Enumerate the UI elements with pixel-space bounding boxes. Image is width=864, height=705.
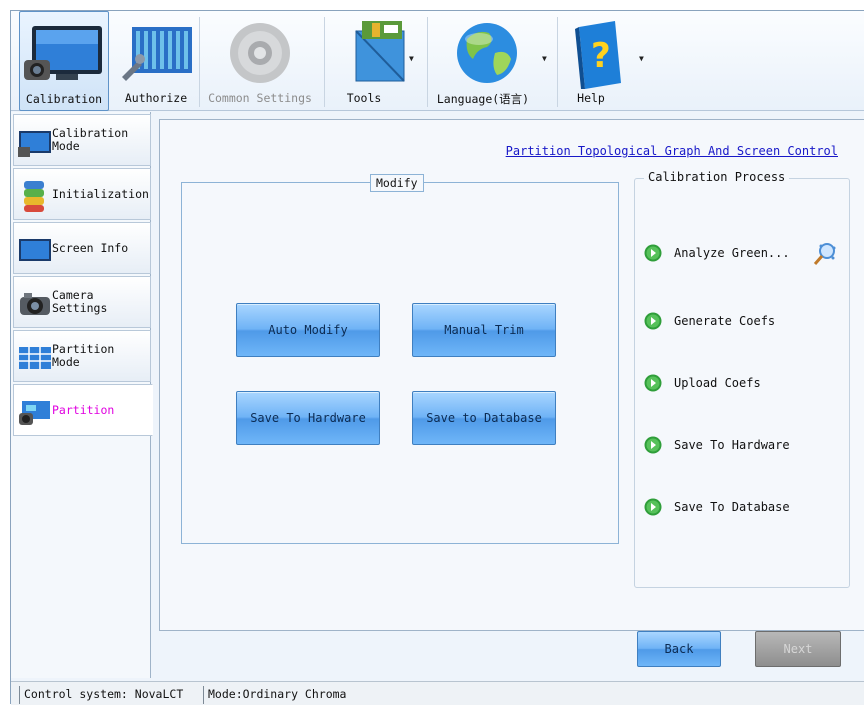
- green-arrow-circle-icon: [644, 374, 662, 392]
- screen-info-icon: [18, 233, 52, 267]
- left-navigation: Calibration Mode Initialization Screen I…: [11, 112, 153, 678]
- toolbar-label: Authorize: [124, 91, 188, 105]
- auto-modify-button[interactable]: Auto Modify: [236, 303, 380, 357]
- toolbar-label: Common Settings: [208, 91, 312, 105]
- sidebar-item-label: Partition: [52, 402, 115, 417]
- modify-group: Modify Auto Modify Manual Trim Save To H…: [181, 174, 619, 544]
- help-book-icon: ?: [561, 19, 641, 91]
- toolbar-label: Calibration: [25, 92, 103, 106]
- sidebar-item-calibration-mode[interactable]: Calibration Mode: [13, 114, 151, 166]
- next-button[interactable]: Next: [755, 631, 841, 667]
- sidebar-item-partition[interactable]: Partition: [13, 384, 153, 436]
- process-step: Save To Database: [644, 496, 844, 518]
- process-step-label: Analyze Green...: [674, 246, 790, 260]
- language-dropdown-arrow-icon[interactable]: ▼: [542, 54, 547, 63]
- toolbar-label: Help: [577, 91, 605, 105]
- sidebar-item-camera-settings[interactable]: Camera Settings: [13, 276, 151, 328]
- manual-trim-button[interactable]: Manual Trim: [412, 303, 556, 357]
- calibration-process-title: Calibration Process: [644, 170, 790, 184]
- save-to-database-button[interactable]: Save to Database: [412, 391, 556, 445]
- main-toolbar: Calibration Authorize Common Settings To…: [11, 11, 864, 111]
- magnifier-icon[interactable]: [812, 240, 840, 268]
- toolbar-common-settings-button[interactable]: Common Settings: [201, 11, 319, 111]
- globe-icon: [431, 19, 551, 91]
- status-control-system: Control system: NovaLCT: [19, 686, 187, 704]
- tools-dropdown-arrow-icon[interactable]: ▼: [409, 54, 414, 63]
- svg-text:?: ?: [591, 36, 611, 76]
- sidebar-item-initialization[interactable]: Initialization: [13, 168, 151, 220]
- status-mode: Mode:Ordinary Chroma: [203, 686, 350, 704]
- toolbar-label: Language(语言): [436, 92, 530, 106]
- sidebar-item-label: Partition Mode: [52, 342, 115, 369]
- partition-topological-graph-link[interactable]: Partition Topological Graph And Screen C…: [506, 144, 838, 158]
- sidebar-item-screen-info[interactable]: Screen Info: [13, 222, 151, 274]
- toolbar-language-button[interactable]: Language(语言): [431, 11, 551, 111]
- app-window: Calibration Authorize Common Settings To…: [10, 10, 864, 705]
- partition-icon: [18, 395, 52, 429]
- modify-group-legend: Modify: [370, 174, 424, 192]
- initialization-icon: [18, 179, 52, 213]
- process-step-label: Generate Coefs: [674, 314, 776, 328]
- toolbar-authorize-button[interactable]: Authorize: [115, 11, 197, 111]
- sidebar-item-label: Initialization: [52, 186, 149, 201]
- process-step-label: Save To Hardware: [674, 438, 790, 452]
- toolbar-calibration-button[interactable]: Calibration: [19, 11, 109, 111]
- sidebar-item-label: Screen Info: [52, 240, 129, 255]
- green-arrow-circle-icon: [644, 436, 662, 454]
- calibration-monitor-icon: [20, 20, 108, 92]
- partition-panel: Partition Topological Graph And Screen C…: [159, 119, 864, 631]
- sidebar-item-label: Camera Settings: [52, 288, 108, 315]
- green-arrow-circle-icon: [644, 498, 662, 516]
- save-to-hardware-button[interactable]: Save To Hardware: [236, 391, 380, 445]
- green-arrow-circle-icon: [644, 244, 662, 262]
- authorize-screen-icon: [115, 19, 197, 91]
- process-step: Upload Coefs: [644, 372, 844, 394]
- camera-icon: [18, 287, 52, 321]
- green-arrow-circle-icon: [644, 312, 662, 330]
- process-step-label: Save To Database: [674, 500, 790, 514]
- calibration-mode-icon: [18, 125, 52, 159]
- process-step: Generate Coefs: [644, 310, 844, 332]
- toolbar-label: Tools: [346, 91, 382, 105]
- toolbar-help-button[interactable]: ? Help: [561, 11, 641, 111]
- toolbar-separator: [199, 17, 200, 107]
- settings-gear-icon: [201, 19, 319, 91]
- back-button[interactable]: Back: [637, 631, 721, 667]
- status-bar: Control system: NovaLCT Mode:Ordinary Ch…: [11, 681, 864, 705]
- partition-grid-icon: [18, 341, 52, 375]
- sidebar-item-partition-mode[interactable]: Partition Mode: [13, 330, 151, 382]
- process-step: Save To Hardware: [644, 434, 844, 456]
- sidebar-item-label: Calibration Mode: [52, 126, 129, 153]
- process-step-label: Upload Coefs: [674, 376, 761, 390]
- help-dropdown-arrow-icon[interactable]: ▼: [639, 54, 644, 63]
